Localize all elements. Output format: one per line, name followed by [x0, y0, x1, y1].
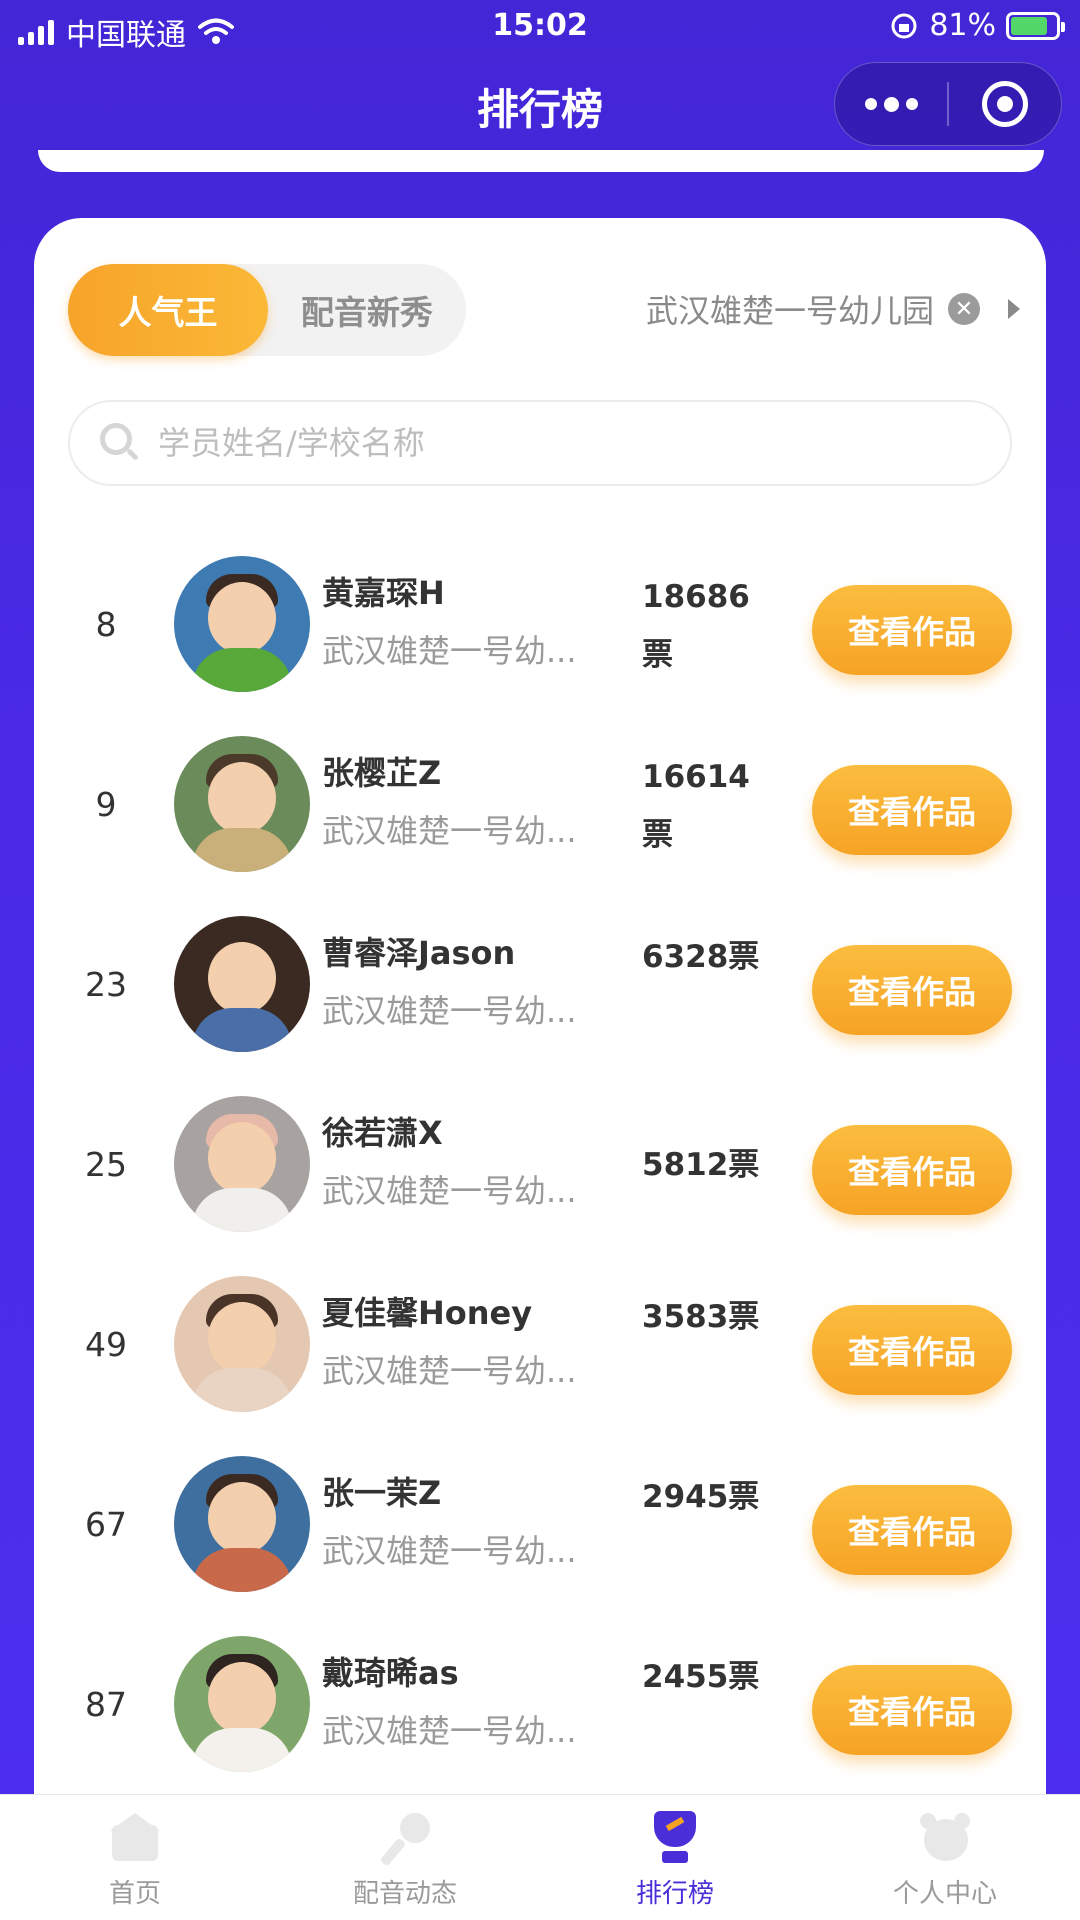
home-icon — [108, 1811, 162, 1865]
school-name: 武汉雄楚一号幼... — [322, 1352, 577, 1390]
status-bar: 中国联通 15:02 81% — [0, 0, 1080, 56]
close-button[interactable] — [949, 81, 1061, 127]
student-name: 戴琦晞as — [322, 1654, 459, 1692]
avatar[interactable] — [174, 1456, 310, 1592]
avatar[interactable] — [174, 736, 310, 872]
banner-edge — [38, 150, 1044, 172]
vote-count: 5812票 — [642, 1147, 760, 1183]
vote-count: 2945票 — [642, 1479, 760, 1515]
tabbar-label: 排行榜 — [635, 1879, 714, 1909]
school-name: 武汉雄楚一号幼... — [322, 1712, 577, 1750]
school-name: 武汉雄楚一号幼... — [322, 812, 577, 850]
list-item: 49 夏佳馨Honey 武汉雄楚一号幼... 3583票 查看作品 — [34, 1254, 1046, 1434]
microphone-icon — [378, 1811, 432, 1867]
avatar[interactable] — [174, 916, 310, 1052]
search-icon — [100, 423, 140, 463]
student-name: 黄嘉琛H — [322, 574, 445, 612]
avatar[interactable] — [174, 1096, 310, 1232]
battery-icon — [1006, 11, 1065, 40]
search-bar — [68, 400, 1012, 486]
view-works-button[interactable]: 查看作品 — [812, 1665, 1012, 1755]
school-name: 武汉雄楚一号幼... — [322, 632, 577, 670]
tabbar-label: 配音动态 — [352, 1879, 457, 1909]
rank-number: 25 — [85, 1144, 127, 1184]
triangle-right-icon[interactable] — [1008, 299, 1020, 319]
trophy-icon — [648, 1811, 702, 1865]
tabbar-item-home[interactable]: 首页 — [0, 1795, 270, 1920]
more-button[interactable] — [835, 63, 947, 145]
ranking-list: 8 黄嘉琛H 武汉雄楚一号幼... 18686票 查看作品 9 张樱芷Z 武汉雄… — [34, 534, 1046, 1794]
list-item: 23 曹睿泽Jason 武汉雄楚一号幼... 6328票 查看作品 — [34, 894, 1046, 1074]
school-name: 武汉雄楚一号幼... — [322, 1532, 577, 1570]
vote-count: 16614票 — [642, 759, 750, 853]
view-works-button[interactable]: 查看作品 — [812, 585, 1012, 675]
battery-percent: 81% — [929, 8, 996, 43]
student-name: 张一茉Z — [322, 1474, 442, 1512]
list-item: 25 徐若潇X 武汉雄楚一号幼... 5812票 查看作品 — [34, 1074, 1046, 1254]
bear-icon — [918, 1811, 972, 1865]
list-item: 67 张一茉Z 武汉雄楚一号幼... 2945票 查看作品 — [34, 1434, 1046, 1614]
school-name: 武汉雄楚一号幼... — [322, 1172, 577, 1210]
school-name: 武汉雄楚一号幼... — [322, 992, 577, 1030]
tabbar-item-profile[interactable]: 个人中心 — [810, 1795, 1080, 1920]
rank-number: 49 — [85, 1324, 127, 1364]
view-works-button[interactable]: 查看作品 — [812, 1125, 1012, 1215]
school-filter-label: 武汉雄楚一号幼儿园 — [645, 292, 934, 330]
view-works-button[interactable]: 查看作品 — [812, 945, 1012, 1035]
tabbar-item-dubbing-feed[interactable]: 配音动态 — [270, 1795, 540, 1920]
tabbar-label: 首页 — [108, 1879, 161, 1909]
rank-number: 8 — [95, 604, 117, 644]
tabbar-item-ranking[interactable]: 排行榜 — [540, 1795, 810, 1920]
tab-popularity[interactable]: 人气王 — [68, 264, 268, 356]
vote-count: 2455票 — [642, 1659, 760, 1695]
mini-program-capsule — [834, 62, 1062, 146]
ranking-card: 人气王 配音新秀 武汉雄楚一号幼儿园 ✕ 8 黄嘉琛H 武汉雄楚一号幼... 1… — [34, 218, 1046, 1838]
avatar[interactable] — [174, 1276, 310, 1412]
search-input[interactable] — [158, 424, 978, 462]
avatar[interactable] — [174, 556, 310, 692]
tab-newcomer[interactable]: 配音新秀 — [268, 264, 466, 356]
view-works-button[interactable]: 查看作品 — [812, 765, 1012, 855]
student-name: 夏佳馨Honey — [322, 1294, 533, 1332]
orientation-lock-icon — [891, 13, 917, 38]
student-name: 曹睿泽Jason — [322, 934, 516, 972]
vote-count: 6328票 — [642, 939, 760, 975]
rank-number: 67 — [85, 1504, 127, 1544]
close-target-icon — [982, 81, 1028, 127]
tabbar-label: 个人中心 — [892, 1879, 997, 1909]
rank-number: 23 — [85, 964, 127, 1004]
bottom-tab-bar: 首页 配音动态 排行榜 个人中心 — [0, 1794, 1080, 1920]
vote-count: 18686票 — [642, 579, 750, 673]
school-filter[interactable]: 武汉雄楚一号幼儿园 ✕ — [646, 284, 1020, 334]
list-item: 9 张樱芷Z 武汉雄楚一号幼... 16614票 查看作品 — [34, 714, 1046, 894]
list-item: 8 黄嘉琛H 武汉雄楚一号幼... 18686票 查看作品 — [34, 534, 1046, 714]
vote-count: 3583票 — [642, 1299, 760, 1335]
list-item: 87 戴琦晞as 武汉雄楚一号幼... 2455票 查看作品 — [34, 1614, 1046, 1794]
clear-icon[interactable]: ✕ — [948, 293, 980, 325]
student-name: 张樱芷Z — [322, 754, 442, 792]
ranking-tabs: 人气王 配音新秀 — [68, 264, 466, 356]
view-works-button[interactable]: 查看作品 — [812, 1305, 1012, 1395]
student-name: 徐若潇X — [322, 1114, 443, 1152]
rank-number: 9 — [95, 784, 117, 824]
view-works-button[interactable]: 查看作品 — [812, 1485, 1012, 1575]
rank-number: 87 — [85, 1684, 127, 1724]
avatar[interactable] — [174, 1636, 310, 1772]
